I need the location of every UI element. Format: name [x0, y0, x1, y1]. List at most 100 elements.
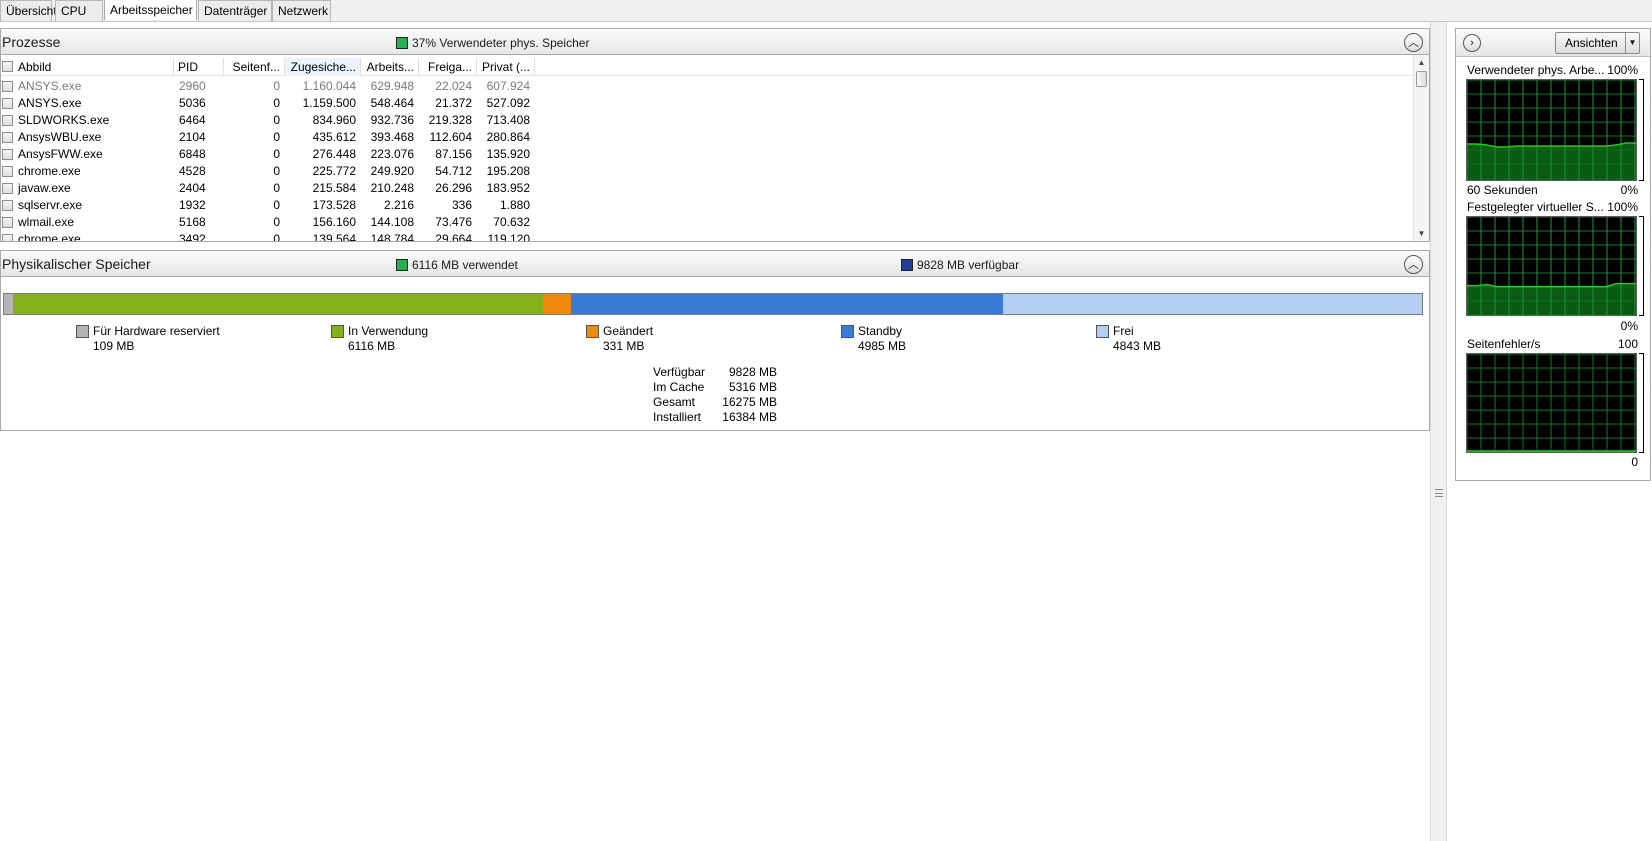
cell-page-faults: 0: [273, 164, 280, 178]
table-row[interactable]: SLDWORKS.exe 6464 0 834.960 932.736 219.328 71…: [1, 112, 1415, 129]
cell-commit: 156.160: [312, 215, 356, 229]
table-row[interactable]: sqlservr.exe 1932 0 173.528 2.216 336 1.880: [1, 197, 1415, 214]
used-physical-memory-metric: 37% Verwendeter phys. Speicher: [396, 36, 589, 50]
cell-pid: 5036: [179, 96, 206, 110]
row-checkbox[interactable]: [2, 166, 13, 177]
cell-pid: 6848: [179, 147, 206, 161]
graph-max-label: 100: [1617, 337, 1638, 351]
graph-min-label: 0%: [1620, 319, 1638, 333]
processes-scrollbar[interactable]: ▲ ▼: [1413, 55, 1429, 241]
tab-disk[interactable]: Datenträger: [198, 0, 272, 21]
column-pid[interactable]: PID: [174, 58, 224, 76]
pane-splitter[interactable]: [1430, 22, 1447, 841]
row-checkbox[interactable]: [2, 200, 13, 211]
legend-hardware-reserved: Für Hardware reserviert 109 MB: [76, 324, 220, 354]
column-commit[interactable]: Zugesiche...: [285, 58, 361, 76]
bar-segment-standby: [571, 294, 1003, 314]
available-memory-metric: 9828 MB verfügbar: [901, 258, 1019, 272]
legend-standby: Standby 4985 MB: [841, 324, 906, 354]
table-row[interactable]: chrome.exe 3492 0 139.564 148.784 29.664 119.1…: [1, 231, 1415, 242]
column-page-faults[interactable]: Seitenf...: [224, 58, 285, 76]
column-image[interactable]: Abbild: [1, 58, 174, 76]
bar-segment-hardware-reserved: [4, 294, 14, 314]
row-checkbox[interactable]: [2, 234, 13, 241]
stat-installed: Installiert 16384 MB: [653, 410, 777, 424]
cell-working-set: 629.948: [370, 79, 414, 93]
graph-title-committed-virtual: Festgelegter virtueller S...: [1467, 200, 1604, 214]
tab-overview[interactable]: Übersicht: [0, 0, 57, 21]
memory-usage-bar: [3, 293, 1423, 315]
views-button[interactable]: Ansichten ▼: [1555, 32, 1640, 54]
column-private[interactable]: Privat (...: [477, 58, 535, 76]
cell-image: javaw.exe: [18, 181, 71, 195]
splitter-grip-icon[interactable]: [1435, 489, 1443, 497]
cell-working-set: 548.464: [370, 96, 414, 110]
stat-total: Gesamt 16275 MB: [653, 395, 777, 409]
stat-cached: Im Cache 5316 MB: [653, 380, 777, 394]
row-checkbox[interactable]: [2, 217, 13, 228]
cell-working-set: 148.784: [370, 232, 414, 242]
graph-canvas: [1467, 80, 1636, 180]
row-checkbox[interactable]: [2, 132, 13, 143]
table-row[interactable]: AnsysFWW.exe 6848 0 276.448 223.076 87.156 135…: [1, 146, 1415, 163]
legend-color-swatch: [586, 325, 599, 338]
physical-memory-header[interactable]: Physikalischer Speicher 6116 MB verwende…: [0, 250, 1430, 277]
left-column: Prozesse 37% Verwendeter phys. Speicher …: [0, 28, 1430, 841]
table-row[interactable]: chrome.exe 4528 0 225.772 249.920 54.712 195.2…: [1, 163, 1415, 180]
cell-private: 183.952: [486, 181, 530, 195]
scroll-thumb[interactable]: [1416, 71, 1427, 87]
used-memory-metric: 6116 MB verwendet: [396, 258, 518, 272]
row-checkbox[interactable]: [2, 149, 13, 160]
legend-color-swatch: [331, 325, 344, 338]
cell-shareable: 336: [451, 198, 472, 212]
column-working-set[interactable]: Arbeits...: [361, 58, 419, 76]
row-checkbox[interactable]: [2, 115, 13, 126]
table-row[interactable]: wlmail.exe 5168 0 156.160 144.108 73.476 70.63…: [1, 214, 1415, 231]
table-row[interactable]: AnsysWBU.exe 2104 0 435.612 393.468 112.604 28…: [1, 129, 1415, 146]
tab-memory[interactable]: Arbeitsspeicher: [104, 0, 197, 20]
cell-commit: 435.612: [312, 130, 356, 144]
processes-header[interactable]: Prozesse 37% Verwendeter phys. Speicher …: [0, 28, 1430, 55]
green-square-icon: [396, 37, 408, 49]
row-checkbox[interactable]: [2, 183, 13, 194]
tab-cpu[interactable]: CPU: [55, 0, 103, 21]
cell-working-set: 393.468: [370, 130, 414, 144]
physical-memory-panel: Für Hardware reserviert 109 MB In Verwen…: [0, 277, 1430, 431]
cell-private: 1.880: [499, 198, 530, 212]
row-checkbox[interactable]: [2, 98, 13, 109]
table-header: Abbild PID Seitenf... Zugesiche... Arbei…: [1, 58, 1415, 76]
cell-page-faults: 0: [273, 147, 280, 161]
select-all-checkbox[interactable]: [2, 61, 13, 72]
cell-working-set: 932.736: [370, 113, 414, 127]
table-row[interactable]: ANSYS.exe 5036 0 1.159.500 548.464 21.372 527.…: [1, 95, 1415, 112]
column-shareable[interactable]: Freiga...: [419, 58, 477, 76]
legend-modified: Geändert 331 MB: [586, 324, 653, 354]
cell-commit: 215.584: [312, 181, 356, 195]
graph-bracket: [1639, 79, 1644, 181]
physical-memory-title: Physikalischer Speicher: [2, 256, 151, 272]
cell-image: wlmail.exe: [18, 215, 75, 229]
cell-image: AnsysFWW.exe: [18, 147, 103, 161]
cell-shareable: 26.296: [435, 181, 472, 195]
dropdown-arrow-icon[interactable]: ▼: [1625, 33, 1639, 53]
cell-private: 280.864: [486, 130, 530, 144]
scroll-up-icon[interactable]: ▲: [1414, 56, 1429, 70]
cell-private: 527.092: [486, 96, 530, 110]
cell-image: chrome.exe: [18, 164, 81, 178]
cell-page-faults: 0: [273, 232, 280, 242]
expand-pane-button[interactable]: ›: [1463, 34, 1481, 52]
row-checkbox[interactable]: [2, 81, 13, 92]
collapse-processes-button[interactable]: ︿: [1404, 33, 1423, 52]
cell-pid: 5168: [179, 215, 206, 229]
green-square-icon: [396, 259, 408, 271]
processes-title: Prozesse: [2, 34, 61, 50]
tab-network[interactable]: Netzwerk: [272, 0, 331, 21]
collapse-physical-memory-button[interactable]: ︿: [1404, 255, 1423, 274]
scroll-down-icon[interactable]: ▼: [1414, 227, 1429, 241]
graph-canvas: [1467, 354, 1636, 452]
graph-title-page-faults: Seitenfehler/s: [1467, 337, 1541, 351]
table-row[interactable]: javaw.exe 2404 0 215.584 210.248 26.296 183.95…: [1, 180, 1415, 197]
physical-memory-graph: [1466, 79, 1637, 181]
table-row[interactable]: ANSYS.exe 2960 0 1.160.044 629.948 22.024 607.…: [1, 78, 1415, 95]
tab-bar: Übersicht CPU Arbeitsspeicher Datenträge…: [0, 0, 1652, 22]
